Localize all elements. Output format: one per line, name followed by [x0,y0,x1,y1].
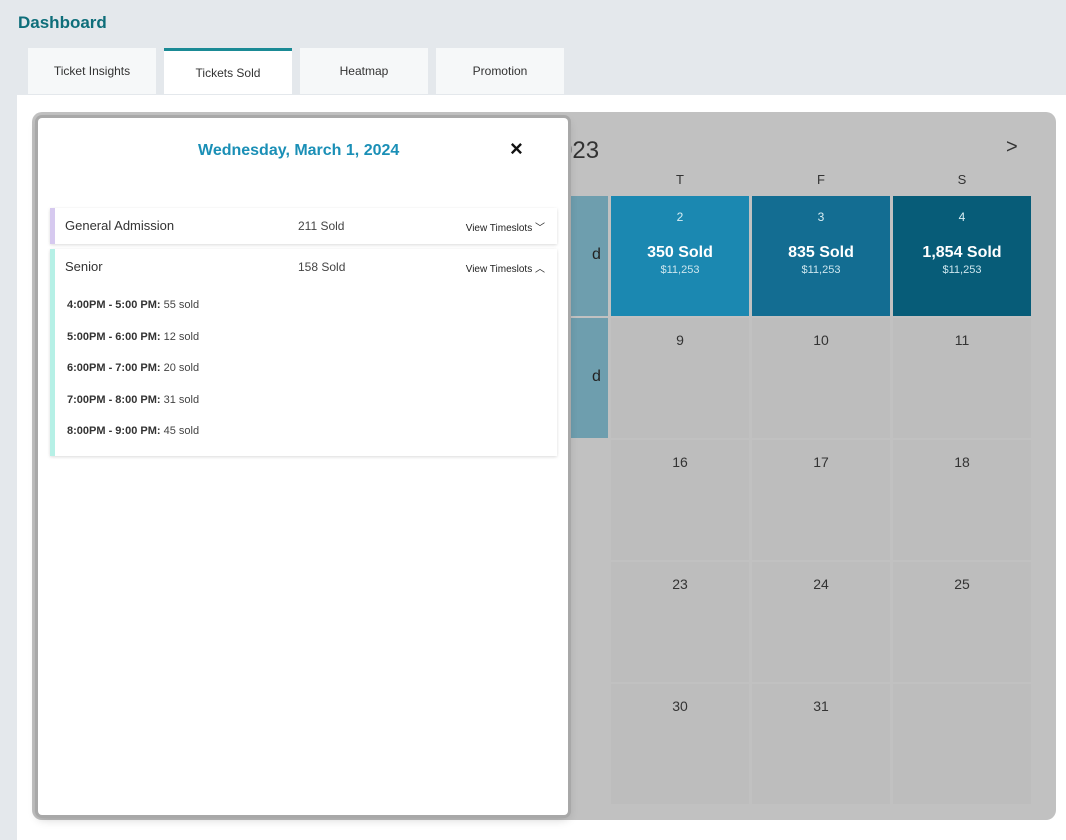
calendar-cell[interactable]: 9 [611,318,749,438]
view-timeslots-toggle[interactable]: View Timeslots ﹀ [466,219,545,234]
ticket-type-general-admission: General Admission 211 Sold View Timeslot… [50,208,557,244]
timeslot-row: 4:00PM - 5:00 PM: 55 sold [67,299,199,311]
calendar-cell[interactable]: 16 [611,440,749,560]
tab-bar: Ticket Insights Tickets Sold Heatmap Pro… [28,48,564,94]
dialog-title: Wednesday, March 1, 2024 [198,142,400,159]
tab-heatmap[interactable]: Heatmap [300,48,428,94]
ticket-sold: 211 Sold [298,219,345,233]
chevron-down-icon: ﹀ [535,223,545,234]
ticket-name: Senior [65,259,103,274]
revenue: $11,253 [801,264,841,276]
calendar-cell[interactable]: 24 [752,562,890,682]
day-number: 31 [813,698,829,714]
view-timeslots-toggle[interactable]: View Timeslots ︿ [466,260,545,275]
calendar-cell[interactable]: 3 835 Sold $11,253 [752,196,890,316]
chevron-up-icon: ︿ [535,264,545,275]
ticket-type-senior: Senior 158 Sold View Timeslots ︿ 4:00PM … [50,249,557,456]
timeslot-time: 5:00PM - 6:00 PM: [67,331,161,343]
next-month-button[interactable]: > [1006,136,1018,159]
timeslot-count: 55 sold [163,299,200,311]
calendar-cell-partial[interactable] [570,196,608,316]
weekday-label: T [676,172,684,187]
ticket-name: General Admission [65,218,175,233]
day-number: 2 [676,210,684,224]
day-number: 23 [672,576,688,592]
revenue: $11,253 [942,264,982,276]
timeslot-row: 7:00PM - 8:00 PM: 31 sold [67,394,199,406]
calendar-cell[interactable]: 11 [893,318,1031,438]
tab-ticket-insights[interactable]: Ticket Insights [28,48,156,94]
timeslot-count: 31 sold [163,394,200,406]
calendar-cell[interactable]: 2 350 Sold $11,253 [611,196,749,316]
calendar-cell[interactable]: 17 [752,440,890,560]
day-number: 3 [817,210,825,224]
day-detail-dialog: Wednesday, March 1, 2024 × General Admis… [38,118,568,815]
calendar-cell[interactable]: 25 [893,562,1031,682]
calendar-cell[interactable]: 10 [752,318,890,438]
ticket-color-bar [50,208,55,244]
tab-promotion[interactable]: Promotion [436,48,564,94]
weekday-label: S [957,172,967,187]
calendar-cell[interactable]: 31 [752,684,890,804]
day-number: 25 [954,576,970,592]
sold-fragment: d [592,368,601,385]
day-number: 11 [954,332,970,348]
sold-count: 1,854 Sold [922,244,1002,261]
timeslot-count: 45 sold [163,425,200,437]
close-icon[interactable]: × [510,136,523,162]
calendar-cell[interactable]: 23 [611,562,749,682]
day-number: 16 [672,454,688,470]
day-number: 17 [813,454,829,470]
timeslot-row: 6:00PM - 7:00 PM: 20 sold [67,362,199,374]
timeslot-count: 20 sold [163,362,200,374]
sold-fragment: d [592,246,601,263]
timeslot-time: 4:00PM - 5:00 PM: [67,299,161,311]
day-number: 10 [813,332,829,348]
page-title: Dashboard [18,13,107,32]
calendar-cell[interactable]: 18 [893,440,1031,560]
ticket-sold: 158 Sold [298,260,346,274]
revenue: $11,253 [660,264,700,276]
timeslot-time: 6:00PM - 7:00 PM: [67,362,161,374]
day-number: 30 [672,698,688,714]
day-number: 4 [958,210,966,224]
timeslot-time: 8:00PM - 9:00 PM: [67,425,161,437]
view-timeslots-label: View Timeslots [465,223,533,234]
timeslot-row: 5:00PM - 6:00 PM: 12 sold [67,331,199,343]
calendar-cell[interactable] [893,684,1031,804]
calendar-cell[interactable]: 30 [611,684,749,804]
day-number: 18 [954,454,970,470]
calendar-cell[interactable]: 4 1,854 Sold $11,253 [893,196,1031,316]
timeslot-time: 7:00PM - 8:00 PM: [67,394,161,406]
sold-count: 350 Sold [647,244,713,261]
day-number: 9 [676,332,684,348]
timeslot-count: 12 sold [163,331,200,343]
ticket-color-bar [50,249,55,456]
timeslot-row: 8:00PM - 9:00 PM: 45 sold [67,425,199,437]
calendar-cell-partial[interactable] [570,318,608,438]
view-timeslots-label: View Timeslots [465,264,533,275]
tab-tickets-sold[interactable]: Tickets Sold [164,48,292,94]
sold-count: 835 Sold [788,244,854,261]
day-number: 24 [813,576,829,592]
weekday-label: F [817,172,825,187]
